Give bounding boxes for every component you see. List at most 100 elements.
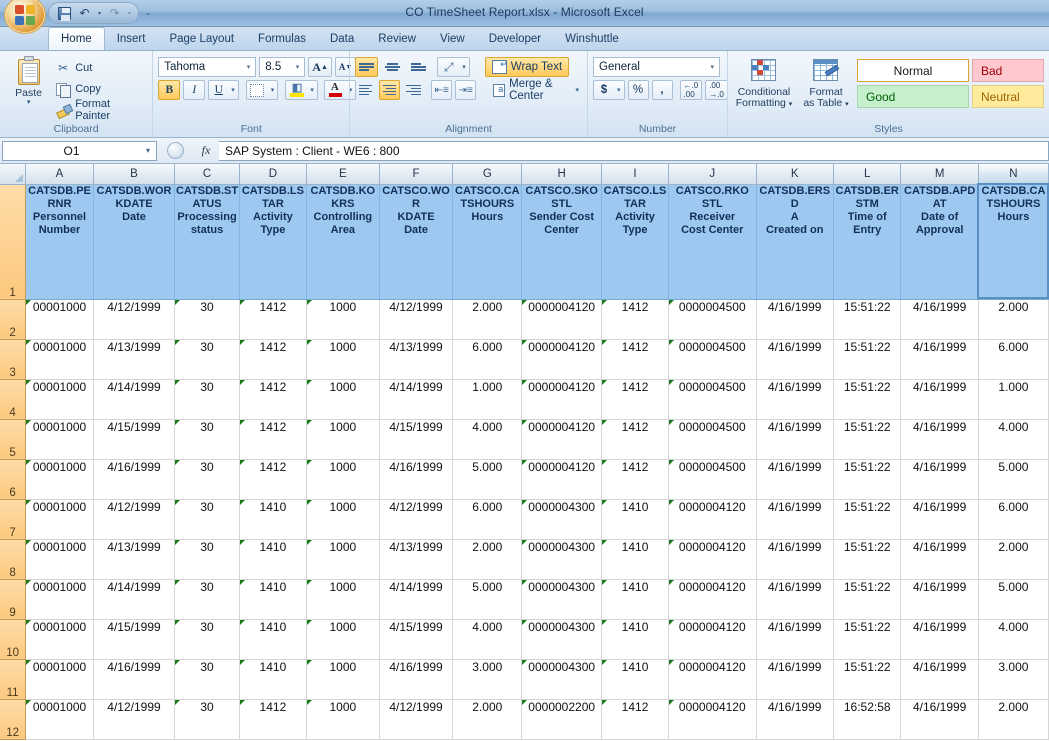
- cell-H2[interactable]: 0000004120: [521, 299, 603, 340]
- cell-B9[interactable]: 4/14/1999: [93, 579, 176, 620]
- cell-J5[interactable]: 0000004500: [668, 419, 757, 460]
- cell-M3[interactable]: 4/16/1999: [900, 339, 979, 380]
- row-header-3[interactable]: 3: [0, 339, 27, 380]
- wrap-text-button[interactable]: Wrap Text: [484, 57, 570, 77]
- cell-G3[interactable]: 6.000: [452, 339, 523, 380]
- cell-B6[interactable]: 4/16/1999: [93, 459, 176, 500]
- font-size-combo[interactable]: 8.5 ▾: [259, 57, 306, 77]
- conditional-formatting-button[interactable]: Conditional Formatting ▾: [733, 56, 795, 110]
- currency-split-button[interactable]: $ ▾: [593, 80, 625, 100]
- header-cell-D[interactable]: CATSDB.LS TAR Activity Type: [239, 184, 307, 300]
- cell-G7[interactable]: 6.000: [452, 499, 523, 540]
- header-cell-N[interactable]: CATSDB.CA TSHOURS Hours: [978, 184, 1049, 300]
- cell-J11[interactable]: 0000004120: [668, 659, 757, 700]
- cell-E6[interactable]: 1000: [306, 459, 380, 500]
- cell-L6[interactable]: 15:51:22: [833, 459, 902, 500]
- cell-F9[interactable]: 4/14/1999: [379, 579, 454, 620]
- cell-C3[interactable]: 30: [174, 339, 240, 380]
- header-cell-K[interactable]: CATSDB.ERSD A Created on: [756, 184, 834, 300]
- col-header-H[interactable]: H: [521, 164, 603, 185]
- cell-K7[interactable]: 4/16/1999: [756, 499, 834, 540]
- paste-button[interactable]: Paste ▾: [5, 54, 52, 106]
- cell-M7[interactable]: 4/16/1999: [900, 499, 979, 540]
- cell-C2[interactable]: 30: [174, 299, 240, 340]
- tab-winshuttle[interactable]: Winshuttle: [553, 28, 631, 50]
- align-center-button[interactable]: [379, 80, 401, 100]
- cell-C4[interactable]: 30: [174, 379, 240, 420]
- tab-developer[interactable]: Developer: [477, 28, 553, 50]
- cell-J2[interactable]: 0000004500: [668, 299, 757, 340]
- cell-H3[interactable]: 0000004120: [521, 339, 603, 380]
- table-row[interactable]: 12 00001000 4/12/1999 30 1412 1000 4/12/1999 2.…: [0, 699, 1049, 740]
- cell-F4[interactable]: 4/14/1999: [379, 379, 454, 420]
- cell-B3[interactable]: 4/13/1999: [93, 339, 176, 380]
- cell-B4[interactable]: 4/14/1999: [93, 379, 176, 420]
- cell-D2[interactable]: 1412: [239, 299, 307, 340]
- cell-A7[interactable]: 00001000: [25, 499, 94, 540]
- cell-A4[interactable]: 00001000: [25, 379, 94, 420]
- underline-dropdown-icon[interactable]: ▾: [228, 86, 238, 94]
- cell-N11[interactable]: 3.000: [978, 659, 1049, 700]
- cell-D7[interactable]: 1410: [239, 499, 307, 540]
- table-row[interactable]: 4 00001000 4/14/1999 30 1412 1000 4/14/1999 1.0…: [0, 379, 1049, 420]
- cell-M11[interactable]: 4/16/1999: [900, 659, 979, 700]
- cell-F7[interactable]: 4/12/1999: [379, 499, 454, 540]
- align-top-button[interactable]: [355, 57, 379, 77]
- cell-M12[interactable]: 4/16/1999: [900, 699, 979, 740]
- cell-B2[interactable]: 4/12/1999: [93, 299, 176, 340]
- cell-G11[interactable]: 3.000: [452, 659, 523, 700]
- cell-L5[interactable]: 15:51:22: [833, 419, 902, 460]
- cell-C11[interactable]: 30: [174, 659, 240, 700]
- cell-I8[interactable]: 1410: [601, 539, 670, 580]
- cell-K12[interactable]: 4/16/1999: [756, 699, 834, 740]
- cell-N12[interactable]: 2.000: [978, 699, 1049, 740]
- cell-M2[interactable]: 4/16/1999: [900, 299, 979, 340]
- cell-J9[interactable]: 0000004120: [668, 579, 757, 620]
- format-as-table-dropdown-icon[interactable]: ▾: [845, 101, 849, 108]
- col-header-E[interactable]: E: [306, 164, 380, 185]
- cell-F2[interactable]: 4/12/1999: [379, 299, 454, 340]
- comma-style-button[interactable]: ,: [651, 80, 673, 100]
- cell-D10[interactable]: 1410: [239, 619, 307, 660]
- cell-D5[interactable]: 1412: [239, 419, 307, 460]
- table-row[interactable]: 9 00001000 4/14/1999 30 1410 1000 4/14/1999 5.0…: [0, 579, 1049, 620]
- borders-split-button[interactable]: ▾: [245, 80, 279, 100]
- cell-G2[interactable]: 2.000: [452, 299, 523, 340]
- cell-K2[interactable]: 4/16/1999: [756, 299, 834, 340]
- row-header-6[interactable]: 6: [0, 459, 27, 500]
- row-header-8[interactable]: 8: [0, 539, 27, 580]
- font-name-combo[interactable]: Tahoma ▾: [158, 57, 257, 77]
- row-header-2[interactable]: 2: [0, 299, 27, 340]
- cell-M8[interactable]: 4/16/1999: [900, 539, 979, 580]
- cell-I5[interactable]: 1412: [601, 419, 670, 460]
- row-header-9[interactable]: 9: [0, 579, 27, 620]
- cell-J8[interactable]: 0000004120: [668, 539, 757, 580]
- col-header-D[interactable]: D: [239, 164, 307, 185]
- cell-D8[interactable]: 1410: [239, 539, 307, 580]
- cell-K9[interactable]: 4/16/1999: [756, 579, 834, 620]
- fill-color-dropdown-icon[interactable]: ▾: [307, 86, 317, 94]
- table-row[interactable]: 5 00001000 4/15/1999 30 1412 1000 4/15/1999 4.0…: [0, 419, 1049, 460]
- tab-home[interactable]: Home: [48, 27, 105, 50]
- cell-B11[interactable]: 4/16/1999: [93, 659, 176, 700]
- cell-F6[interactable]: 4/16/1999: [379, 459, 454, 500]
- cell-E5[interactable]: 1000: [306, 419, 380, 460]
- col-header-K[interactable]: K: [756, 164, 834, 185]
- row-header-1[interactable]: 1: [0, 184, 27, 300]
- cell-C9[interactable]: 30: [174, 579, 240, 620]
- cell-L3[interactable]: 15:51:22: [833, 339, 902, 380]
- cell-G10[interactable]: 4.000: [452, 619, 523, 660]
- cell-H4[interactable]: 0000004120: [521, 379, 603, 420]
- cell-M9[interactable]: 4/16/1999: [900, 579, 979, 620]
- cell-N7[interactable]: 6.000: [978, 499, 1049, 540]
- cell-G4[interactable]: 1.000: [452, 379, 523, 420]
- fill-color-split-button[interactable]: ◧ ▾: [285, 80, 318, 100]
- col-header-C[interactable]: C: [174, 164, 240, 185]
- cell-F3[interactable]: 4/13/1999: [379, 339, 454, 380]
- cell-B5[interactable]: 4/15/1999: [93, 419, 176, 460]
- cell-N2[interactable]: 2.000: [978, 299, 1049, 340]
- row-header-7[interactable]: 7: [0, 499, 27, 540]
- table-row[interactable]: 3 00001000 4/13/1999 30 1412 1000 4/13/1999 6.0…: [0, 339, 1049, 380]
- cell-H8[interactable]: 0000004300: [521, 539, 603, 580]
- cell-L4[interactable]: 15:51:22: [833, 379, 902, 420]
